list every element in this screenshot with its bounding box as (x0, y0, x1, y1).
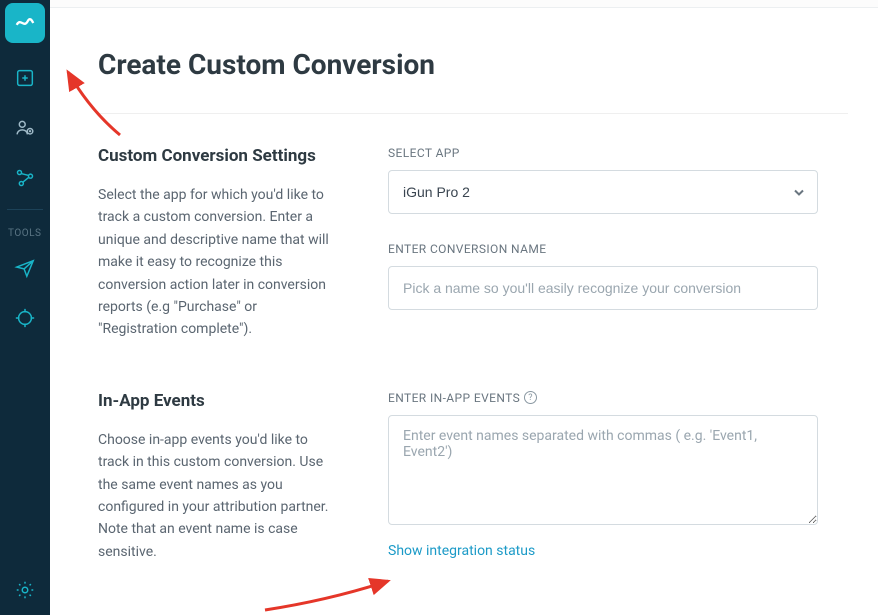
top-strip (50, 0, 878, 8)
page-title: Create Custom Conversion (98, 48, 848, 81)
events-textarea[interactable] (388, 415, 818, 525)
select-app-dropdown[interactable]: iGun Pro 2 (388, 170, 818, 214)
sidebar-divider (7, 209, 43, 210)
app-logo[interactable] (5, 3, 45, 43)
events-description: Choose in-app events you'd like to track… (98, 429, 338, 563)
audiences-icon[interactable] (0, 103, 50, 153)
settings-heading: Custom Conversion Settings (98, 146, 338, 166)
sidebar: TOOLS (0, 0, 50, 615)
conversion-name-input[interactable] (388, 266, 818, 310)
select-app-label: SELECT APP (388, 146, 818, 160)
send-icon[interactable] (0, 243, 50, 293)
section-divider (98, 113, 848, 114)
sidebar-tools-label: TOOLS (0, 216, 50, 243)
events-heading: In-App Events (98, 391, 338, 411)
settings-section: Custom Conversion Settings Select the ap… (98, 146, 848, 341)
target-icon[interactable] (0, 293, 50, 343)
create-icon[interactable] (0, 53, 50, 103)
settings-description: Select the app for which you'd like to t… (98, 184, 338, 341)
events-field-label: ENTER IN-APP EVENTS ? (388, 391, 818, 405)
settings-icon[interactable] (0, 565, 50, 615)
help-icon[interactable]: ? (524, 391, 537, 404)
events-section: In-App Events Choose in-app events you'd… (98, 391, 848, 563)
connections-icon[interactable] (0, 153, 50, 203)
conversion-name-label: ENTER CONVERSION NAME (388, 242, 818, 256)
main-content: Create Custom Conversion Custom Conversi… (50, 0, 878, 615)
integration-status-link[interactable]: Show integration status (388, 543, 535, 559)
